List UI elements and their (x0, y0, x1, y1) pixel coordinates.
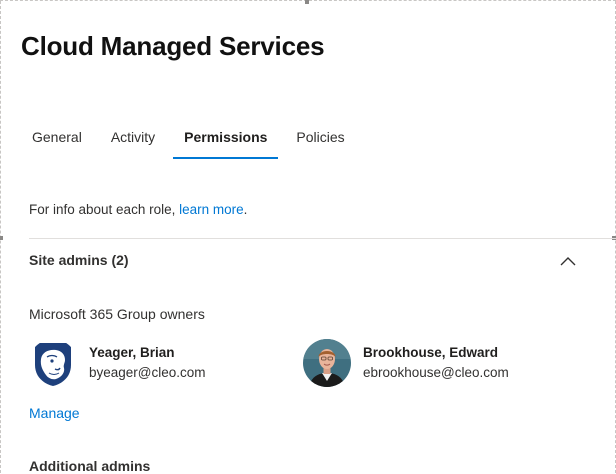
tab-general[interactable]: General (21, 125, 93, 159)
chevron-up-icon[interactable] (558, 251, 578, 271)
resize-handle-left[interactable] (0, 236, 3, 240)
role-info-label: For info about each role, (29, 202, 180, 217)
manage-link[interactable]: Manage (29, 405, 80, 421)
role-info-suffix: . (243, 202, 248, 217)
role-info-text: For info about each role, learn more. (29, 202, 247, 217)
owner-info: Yeager, Brian byeager@cleo.com (89, 343, 206, 383)
owner-name[interactable]: Yeager, Brian (89, 343, 206, 363)
owner-info: Brookhouse, Edward ebrookhouse@cleo.com (363, 343, 509, 383)
panel-title: Cloud Managed Services (21, 31, 325, 61)
owner-card[interactable]: Brookhouse, Edward ebrookhouse@cleo.com (303, 339, 509, 387)
nittany-lion-logo (29, 339, 77, 387)
additional-admins-header[interactable]: Additional admins (29, 458, 150, 474)
section-divider (29, 238, 616, 239)
site-admins-header[interactable]: Site admins (2) (29, 252, 129, 268)
tab-policies[interactable]: Policies (285, 125, 355, 159)
owner-name[interactable]: Brookhouse, Edward (363, 343, 509, 363)
resize-handle-top[interactable] (305, 0, 309, 4)
owner-email: ebrookhouse@cleo.com (363, 365, 509, 380)
tab-activity[interactable]: Activity (100, 125, 166, 159)
owner-email: byeager@cleo.com (89, 365, 206, 380)
tab-permissions[interactable]: Permissions (173, 125, 279, 159)
learn-more-link[interactable]: learn more (179, 202, 244, 217)
person-photo (303, 339, 351, 387)
tab-bar: General Activity Permissions Policies (21, 125, 363, 159)
site-details-panel: Cloud Managed Services General Activity … (0, 0, 616, 474)
group-owners-label: Microsoft 365 Group owners (29, 306, 205, 322)
owner-card[interactable]: Yeager, Brian byeager@cleo.com (29, 339, 206, 387)
